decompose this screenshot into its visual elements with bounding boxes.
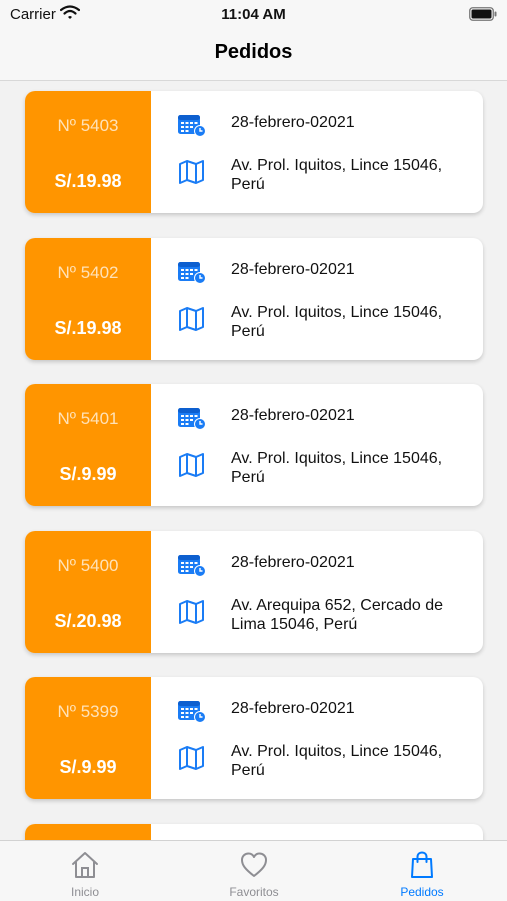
order-number: Nº 5402	[57, 263, 119, 282]
order-number: Nº 5400	[57, 556, 119, 575]
navigation-bar: Pedidos	[0, 28, 507, 81]
order-summary-panel: Nº 5403 S/.19.98	[25, 91, 151, 213]
map-icon	[179, 160, 204, 184]
map-icon	[179, 453, 204, 477]
heart-icon	[241, 852, 267, 877]
status-bar: Carrier 11:04 AM	[0, 0, 507, 28]
order-card[interactable]: Nº 5401 S/.9.99 28-febrero-02021 Av. Pro…	[25, 384, 483, 506]
calendar-icon	[178, 555, 206, 577]
bag-icon	[411, 851, 433, 878]
order-summary-panel	[25, 824, 151, 840]
calendar-icon	[178, 115, 206, 137]
order-card[interactable]: Nº 5399 S/.9.99 28-febrero-02021 Av. Pro…	[25, 677, 483, 799]
calendar-icon	[178, 262, 206, 284]
map-icon	[179, 600, 204, 624]
order-address: Av. Prol. Iquitos, Lince 15046, Perú	[231, 157, 443, 193]
tab-label: Pedidos	[400, 885, 444, 899]
tab-favoritos[interactable]: Favoritos	[194, 841, 314, 901]
order-summary-panel: Nº 5401 S/.9.99	[25, 384, 151, 506]
order-summary-panel: Nº 5399 S/.9.99	[25, 677, 151, 799]
order-price: S/.19.98	[54, 318, 122, 338]
order-summary-panel: Nº 5402 S/.19.98	[25, 238, 151, 360]
order-card-partial[interactable]	[25, 824, 483, 840]
page-title: Pedidos	[214, 41, 293, 63]
order-address: Av. Prol. Iquitos, Lince 15046, Perú	[231, 304, 443, 340]
order-number: Nº 5399	[57, 702, 119, 721]
order-address: Av. Prol. Iquitos, Lince 15046, Perú	[231, 743, 443, 779]
order-date: 28-febrero-02021	[231, 261, 355, 278]
tab-label: Inicio	[70, 885, 99, 899]
order-card[interactable]: Nº 5403 S/.19.98 28-febrero-02021 Av. Pr…	[25, 91, 483, 213]
status-time: 11:04 AM	[221, 6, 286, 23]
order-date: 28-febrero-02021	[231, 114, 355, 131]
tab-label: Favoritos	[229, 885, 279, 899]
order-price: S/.9.99	[59, 464, 117, 484]
order-price: S/.19.98	[54, 171, 122, 191]
order-date: 28-febrero-02021	[231, 407, 355, 424]
order-price: S/.9.99	[59, 757, 117, 777]
calendar-icon	[178, 701, 206, 723]
order-date: 28-febrero-02021	[231, 700, 355, 717]
order-number: Nº 5401	[57, 409, 119, 428]
calendar-icon	[178, 408, 206, 430]
tab-inicio[interactable]: Inicio	[25, 841, 145, 901]
order-address: Av. Prol. Iquitos, Lince 15046, Perú	[231, 450, 443, 486]
map-icon	[179, 307, 204, 331]
order-card[interactable]: Nº 5402 S/.19.98 28-febrero-02021 Av. Pr…	[25, 238, 483, 360]
map-icon	[179, 746, 204, 770]
order-price: S/.20.98	[54, 611, 122, 631]
order-number: Nº 5403	[57, 116, 119, 135]
tab-pedidos[interactable]: Pedidos	[362, 841, 482, 901]
battery-icon	[469, 7, 497, 21]
order-card[interactable]: Nº 5400 S/.20.98 28-febrero-02021 Av. Ar…	[25, 531, 483, 653]
orders-list[interactable]: Nº 5403 S/.19.98 28-febrero-02021 Av. Pr…	[0, 81, 507, 840]
house-icon	[72, 852, 98, 878]
order-date: 28-febrero-02021	[231, 554, 355, 571]
tab-bar: Inicio Favoritos Pedidos	[0, 840, 507, 901]
order-address: Av. Arequipa 652, Cercado de Lima 15046,…	[231, 597, 443, 633]
order-summary-panel: Nº 5400 S/.20.98	[25, 531, 151, 653]
